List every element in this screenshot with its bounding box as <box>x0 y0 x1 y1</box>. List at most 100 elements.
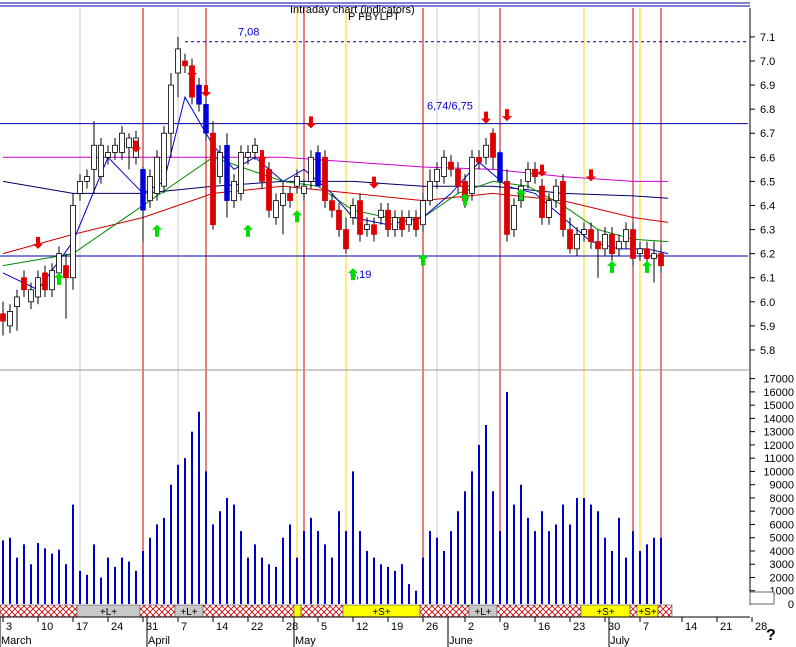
candle-body <box>497 152 503 182</box>
candle-body <box>154 156 160 194</box>
price-tick-label: 7.0 <box>760 56 775 68</box>
candle-body <box>357 200 363 235</box>
candle-body <box>266 168 272 211</box>
candle-body <box>651 253 657 259</box>
price-tick-label: 6.0 <box>760 297 775 309</box>
volume-tick-label: 16000 <box>763 387 794 399</box>
candle-body <box>119 132 125 153</box>
candle-body <box>98 144 104 177</box>
volume-tick-label: 11000 <box>764 453 794 465</box>
candle-body <box>287 193 293 202</box>
volume-tick-label: 8000 <box>770 493 794 505</box>
candle-body <box>350 205 356 218</box>
sell-arrow-icon <box>187 65 197 78</box>
header-line-2: P FBYLPT <box>348 11 400 23</box>
moving-averages-layer <box>2 95 669 291</box>
candle-body <box>385 209 391 230</box>
price-tick-label: 6.5 <box>760 176 775 188</box>
candle-body <box>413 217 419 230</box>
candle-body <box>595 241 601 250</box>
signal-band-label: +L+ <box>100 607 117 618</box>
candle-body <box>175 48 181 74</box>
candle-body <box>21 277 27 291</box>
candle-body <box>546 200 552 218</box>
candle-body <box>539 185 545 218</box>
x-tick-label: 2 <box>468 621 474 633</box>
sell-arrow-icon <box>201 85 211 98</box>
x-tick-label: 28 <box>286 621 298 633</box>
candle-body <box>231 180 237 202</box>
price-tick-label: 5.9 <box>760 321 775 333</box>
x-tick-label: 5 <box>321 621 327 633</box>
volume-tick-label: 7000 <box>770 506 794 518</box>
x-tick-label: 3 <box>6 621 12 633</box>
price-tick-label: 6.8 <box>760 104 775 116</box>
candle-body <box>406 217 412 226</box>
x-tick-label: 30 <box>608 621 620 633</box>
candle-body <box>448 161 454 170</box>
candle-body <box>427 180 433 202</box>
buy-arrow-icon <box>418 253 428 266</box>
candle-body <box>294 176 300 187</box>
x-tick-label: 10 <box>41 621 53 633</box>
help-icon[interactable]: ? <box>766 627 776 644</box>
candle-body <box>203 104 209 134</box>
volume-tick-label: 13000 <box>763 427 794 439</box>
volume-tick-label: 14000 <box>763 413 794 425</box>
candle-body <box>504 180 510 235</box>
price-tick-label: 7.1 <box>760 32 775 44</box>
candle-body <box>168 84 174 134</box>
volume-tick-label: 2000 <box>770 572 794 584</box>
candles-layer <box>0 36 664 336</box>
candle-body <box>7 311 13 327</box>
buy-arrow-icon <box>152 224 162 237</box>
candle-body <box>609 233 615 255</box>
x-tick-label: 24 <box>111 621 123 633</box>
candle-body <box>217 152 223 177</box>
sell-arrow-icon <box>586 169 596 182</box>
x-tick-label: 12 <box>356 621 368 633</box>
buy-arrow-icon <box>54 272 64 285</box>
candle-body <box>588 229 594 242</box>
x-tick-label: 7 <box>643 621 649 633</box>
volume-tick-label: 9000 <box>770 480 794 492</box>
signal-band <box>629 604 638 618</box>
candle-body <box>238 152 244 194</box>
candle-body <box>637 248 643 255</box>
price-tick-label: 6.3 <box>760 225 775 237</box>
volume-tick-label: 12000 <box>763 440 794 452</box>
candle-body <box>49 270 55 291</box>
signal-band <box>0 604 78 618</box>
volume-tick-label: 0 <box>788 599 794 611</box>
candle-body <box>532 168 538 177</box>
buy-arrow-icon <box>460 193 470 206</box>
candle-body <box>196 84 202 105</box>
candle-body <box>511 205 517 230</box>
candle-body <box>224 145 230 201</box>
volume-layer <box>2 391 662 604</box>
signal-band-row: +L+ +L+ +S+ +L+ +S+ +S+ <box>0 604 673 618</box>
x-tick-label: 19 <box>391 621 403 633</box>
x-axis: 3 10 17 24 31 7 14 22 28 5 12 19 26 2 9 16 23 30 7 14 21 28Ma… <box>0 617 767 647</box>
x-tick-label: 14 <box>216 621 228 633</box>
candle-body <box>343 229 349 250</box>
candle-body <box>560 180 566 230</box>
signal-band <box>293 604 302 618</box>
candle-body <box>14 296 20 308</box>
x-tick-label: 23 <box>573 621 585 633</box>
month-label: July <box>610 635 630 647</box>
x-tick-label: 7 <box>181 621 187 633</box>
signal-band <box>657 604 673 618</box>
volume-tick-label: 4000 <box>770 546 794 558</box>
candle-body <box>35 277 41 298</box>
candle-body <box>280 193 286 206</box>
candle-body <box>126 137 132 149</box>
stock-chart: 7,086,74/6,756,19 5.85.96.06.16.26.36.46… <box>0 2 794 647</box>
price-tick-label: 6.2 <box>760 249 775 261</box>
month-label: May <box>295 635 316 647</box>
candle-body <box>553 185 559 202</box>
x-tick-label: 17 <box>76 621 88 633</box>
x-tick-label: 21 <box>720 621 732 633</box>
buy-arrow-icon <box>243 224 253 237</box>
scroll-box[interactable] <box>749 591 775 605</box>
